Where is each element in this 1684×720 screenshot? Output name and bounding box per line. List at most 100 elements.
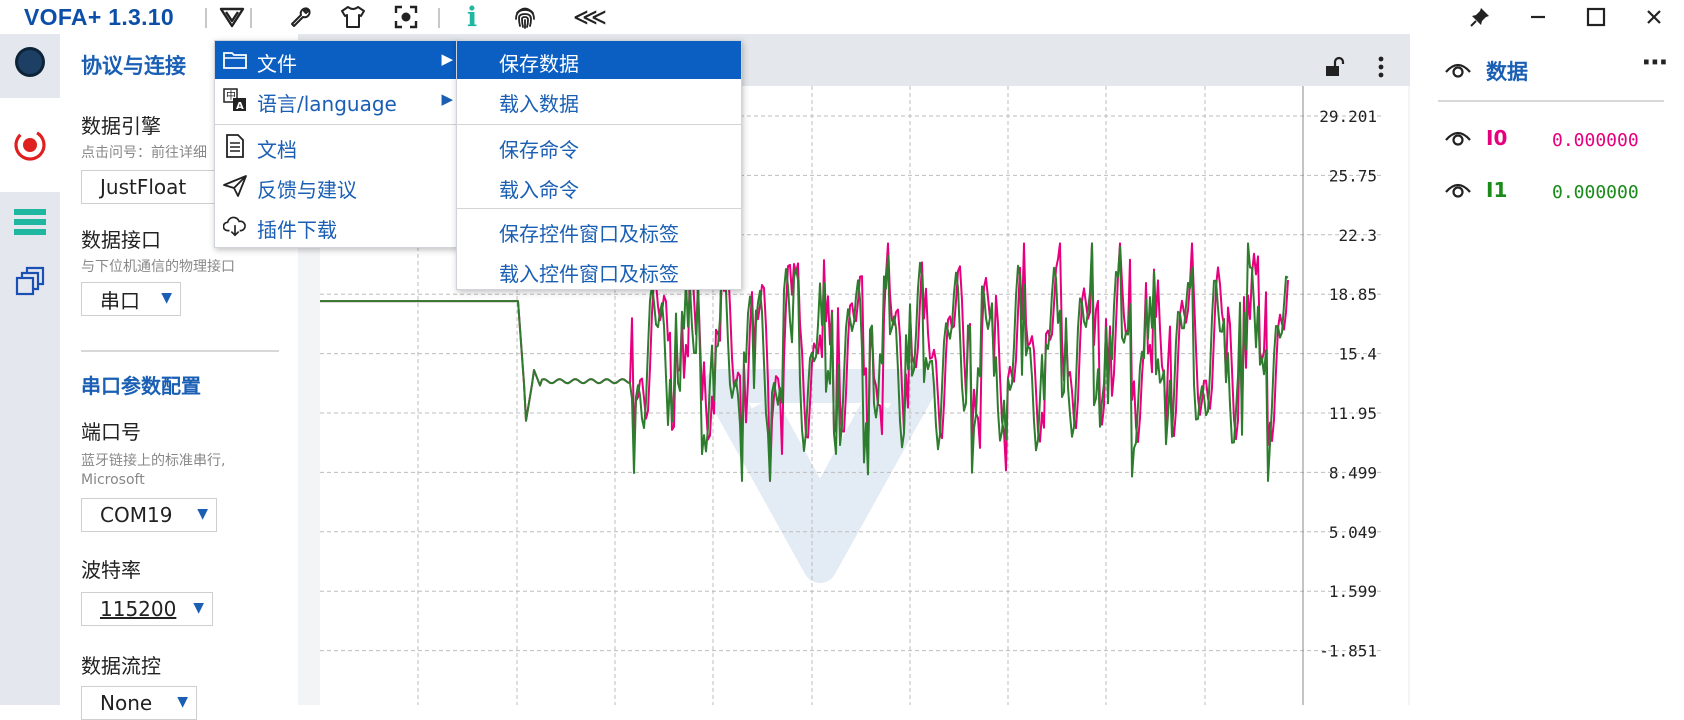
y-tick-label: 1.599 [1329,582,1377,601]
submenu-item-label: 保存命令 [499,138,579,162]
lock-icon[interactable] [1322,54,1348,80]
toolbar-separator [438,8,440,28]
flow-value: None [100,691,153,715]
language-icon: 中A [223,88,247,112]
connect-status-icon[interactable] [0,34,60,90]
menu-item-feedback[interactable]: 反馈与建议 [215,167,457,205]
interface-select[interactable]: 串口 ▼ [81,282,181,316]
submenu-item-load-data[interactable]: 载入数据 [457,81,741,119]
maximize-icon[interactable] [1576,2,1616,32]
y-tick-label: 11.95 [1329,404,1377,423]
port-hint-line2: Microsoft [81,472,145,488]
channel-value: 0.000000 [1552,130,1639,151]
svg-text:A: A [236,101,244,112]
menu-item-label: 语言/language [257,92,397,116]
menu-item-docs[interactable]: 文档 [215,127,457,165]
panel-divider [81,350,279,352]
y-tick-label: 22.3 [1338,226,1377,245]
port-value: COM19 [100,503,173,527]
port-select[interactable]: COM19 ▼ [81,498,217,532]
toolbar-separator [250,8,252,28]
y-tick-label: 29.201 [1319,107,1377,126]
panel-title: 协议与连接 [81,54,186,78]
chevron-down-icon: ▼ [197,506,208,522]
baud-select[interactable]: 115200 ▼ [81,592,213,626]
data-panel-title: 数据 [1486,60,1528,84]
menu-separator [457,208,741,209]
channel-name[interactable]: I0 [1486,126,1507,150]
data-panel-divider [1438,100,1664,102]
submenu-item-label: 载入命令 [499,178,579,202]
main-menu: 文件 ▶ 中A 语言/language ▶ 文档 反馈与建议 插件下载 [214,40,458,248]
close-icon[interactable] [1634,2,1674,32]
submenu-item-label: 保存数据 [499,52,579,76]
focus-icon[interactable] [392,4,420,30]
submenu-item-save-commands[interactable]: 保存命令 [457,127,741,165]
sidebar-rail [0,34,60,705]
shirt-icon[interactable] [339,4,367,30]
pin-icon[interactable] [1460,2,1500,32]
submenu-item-load-widgets[interactable]: 载入控件窗口及标签 [457,251,741,289]
baud-label: 波特率 [81,558,141,582]
eye-icon[interactable] [1444,178,1472,204]
title-bar: VOFA+ 1.3.10 i ⋘ [0,0,1684,34]
channel-name[interactable]: I1 [1486,178,1507,202]
engine-hint[interactable]: 点击问号：前往详细 [81,144,207,162]
y-tick-label: 8.499 [1329,463,1377,482]
y-tick-label: 18.85 [1329,285,1377,304]
engine-label: 数据引擎 [81,114,161,138]
folder-icon [223,48,247,72]
y-tick-label: 25.75 [1329,166,1377,185]
menu-item-language[interactable]: 中A 语言/language ▶ [215,81,457,119]
chevron-down-icon: ▼ [193,600,204,616]
menu-item-label: 反馈与建议 [257,178,357,202]
cloud-download-icon [223,214,247,238]
fingerprint-icon[interactable] [511,4,539,30]
interface-hint: 与下位机通信的物理接口 [81,259,235,275]
engine-value: JustFloat [100,175,187,199]
app-title: VOFA+ 1.3.10 [24,4,174,30]
port-hint-line1: 蓝牙链接上的标准串行, [81,453,226,469]
eye-icon[interactable] [1444,126,1472,152]
submenu-item-load-commands[interactable]: 载入命令 [457,167,741,205]
submenu-item-save-data[interactable]: 保存数据 [457,41,741,79]
document-icon [223,134,247,158]
flow-select[interactable]: None ▼ [81,686,197,720]
channel-value: 0.000000 [1552,182,1639,203]
vofa-logo-icon[interactable] [218,4,246,30]
submenu-arrow-icon: ▶ [441,50,453,68]
more-icon[interactable]: ⋯ [1642,48,1668,78]
widgets-icon[interactable] [0,194,60,250]
send-icon [223,174,247,198]
file-submenu: 保存数据 载入数据 保存命令 载入命令 保存控件窗口及标签 载入控件窗口及标签 [456,40,742,290]
interface-value: 串口 [100,288,140,313]
submenu-item-label: 载入数据 [499,92,579,116]
commands-icon[interactable] [0,254,60,310]
more-vertical-icon[interactable] [1368,54,1394,80]
y-tick-label: 5.049 [1329,523,1377,542]
collapse-icon[interactable]: ⋘ [572,3,608,31]
info-icon[interactable]: i [458,2,486,33]
protocol-icon[interactable] [0,98,60,192]
menu-item-label: 文件 [257,52,297,76]
data-panel: 数据 ⋯ I0 0.000000 I1 0.000000 [1410,34,1684,705]
toolbar-separator [205,8,207,28]
chevron-down-icon: ▼ [161,290,172,306]
menu-separator [457,124,741,125]
menu-item-label: 插件下载 [257,218,337,242]
menu-separator [215,124,457,125]
submenu-item-save-widgets[interactable]: 保存控件窗口及标签 [457,211,741,249]
y-tick-label: -1.851 [1319,642,1377,661]
minimize-icon[interactable] [1518,2,1558,32]
submenu-arrow-icon: ▶ [441,90,453,108]
menu-item-label: 文档 [257,138,297,162]
menu-item-file[interactable]: 文件 ▶ [215,41,457,79]
flow-label: 数据流控 [81,654,161,678]
wrench-icon[interactable] [286,4,314,30]
eye-icon[interactable] [1444,58,1472,84]
submenu-item-label: 保存控件窗口及标签 [499,222,679,246]
port-label: 端口号 [81,420,141,444]
submenu-item-label: 载入控件窗口及标签 [499,262,679,286]
menu-item-plugins[interactable]: 插件下载 [215,207,457,245]
interface-label: 数据接口 [81,228,161,252]
